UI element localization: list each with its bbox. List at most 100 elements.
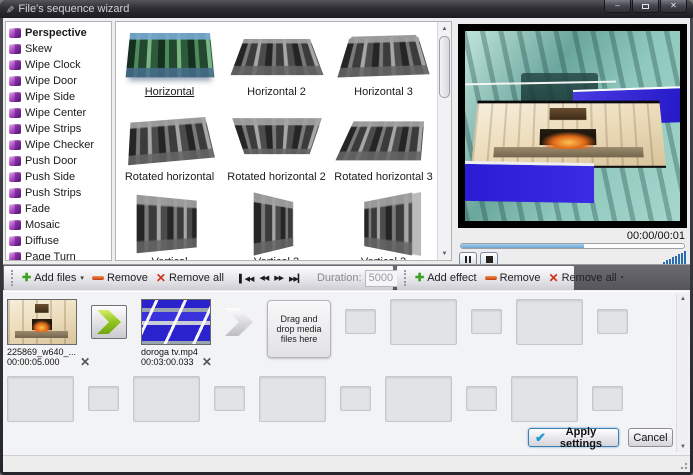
stop-icon xyxy=(486,256,493,263)
scroll-up-icon[interactable]: ▲ xyxy=(439,23,450,34)
empty-transition-slot[interactable] xyxy=(88,386,119,411)
effect-category-skew[interactable]: Skew xyxy=(9,41,111,57)
effect-thumb-horizontal-2[interactable]: Horizontal 2 xyxy=(223,24,330,109)
effect-thumb-vertical-3[interactable]: Vertical 3 xyxy=(330,194,437,261)
empty-transition-slot[interactable] xyxy=(592,386,623,411)
files-toolbar: ✚ Add files ▾ Remove ✕ Remove all ▌◀◀ ◀◀… xyxy=(4,266,393,290)
remove-all-files-button[interactable]: ✕ Remove all xyxy=(152,270,228,286)
empty-media-slot[interactable] xyxy=(133,376,200,422)
effect-category-wipe-center[interactable]: Wipe Center xyxy=(9,105,111,121)
effect-thumb-rotated-horizontal-2[interactable]: Rotated horizontal 2 xyxy=(223,109,330,194)
empty-media-slot[interactable] xyxy=(7,376,74,422)
effect-thumb-vertical[interactable]: Vertical xyxy=(116,194,223,261)
effect-category-perspective[interactable]: Perspective xyxy=(9,25,111,41)
effect-category-icon xyxy=(9,236,21,246)
effect-preview-image xyxy=(337,37,429,78)
transition-slot-2-arrow-icon[interactable] xyxy=(225,308,253,336)
minimize-button[interactable]: – xyxy=(604,0,631,13)
scroll-down-icon[interactable]: ▼ xyxy=(678,442,688,452)
effect-category-push-strips[interactable]: Push Strips xyxy=(9,185,111,201)
effect-thumb-vertical-2[interactable]: Vertical 2 xyxy=(223,194,330,261)
empty-transition-slot[interactable] xyxy=(597,309,628,334)
effect-category-icon xyxy=(9,188,21,198)
effect-category-fade[interactable]: Fade xyxy=(9,201,111,217)
add-effect-button[interactable]: ✚ Add effect xyxy=(411,270,481,286)
remove-effect-button[interactable]: Remove xyxy=(481,270,545,286)
resize-grip[interactable] xyxy=(678,460,688,470)
effect-preview-image xyxy=(128,117,215,165)
effect-preview-image xyxy=(335,121,424,160)
media-dropzone[interactable]: Drag and drop media files here xyxy=(267,300,331,358)
timeline-item-2[interactable]: doroga tv.mp4 00:03:00.033 ✕ xyxy=(141,299,211,367)
remove-all-effects-button[interactable]: ✕ Remove all xyxy=(545,270,621,286)
effect-category-icon xyxy=(9,76,21,86)
timeline-item-2-thumbnail[interactable] xyxy=(141,299,211,345)
effect-category-wipe-side[interactable]: Wipe Side xyxy=(9,89,111,105)
effect-category-icon xyxy=(9,28,21,38)
go-previous-button[interactable]: ◀◀ xyxy=(256,271,271,285)
toolbar-grip[interactable] xyxy=(11,270,13,286)
effect-category-icon xyxy=(9,44,21,54)
empty-transition-slot[interactable] xyxy=(345,309,376,334)
scrollbar-thumb[interactable] xyxy=(439,36,450,98)
effect-preview-image xyxy=(136,195,196,254)
empty-transition-slot[interactable] xyxy=(214,386,245,411)
add-files-button[interactable]: ✚ Add files ▾ xyxy=(18,270,88,286)
empty-media-slot[interactable] xyxy=(390,299,457,345)
effect-thumb-rotated-horizontal[interactable]: Rotated horizontal xyxy=(116,109,223,194)
effect-category-wipe-clock[interactable]: Wipe Clock xyxy=(9,57,111,73)
empty-media-slot[interactable] xyxy=(511,376,578,422)
effect-category-mosaic[interactable]: Mosaic xyxy=(9,217,111,233)
effect-category-icon xyxy=(9,140,21,150)
empty-media-slot[interactable] xyxy=(385,376,452,422)
timeline-item-1[interactable]: 225869_w640_... 00:00:05.000 ✕ xyxy=(7,299,77,367)
empty-transition-slot[interactable] xyxy=(471,309,502,334)
effect-category-icon xyxy=(9,156,21,166)
empty-transition-slot[interactable] xyxy=(340,386,371,411)
transition-slot-1-selected[interactable] xyxy=(91,305,127,339)
effect-category-wipe-door[interactable]: Wipe Door xyxy=(9,73,111,89)
timeline-scrollbar[interactable]: ▲ ▼ xyxy=(676,294,689,452)
cancel-button[interactable]: Cancel xyxy=(628,428,673,447)
go-first-button[interactable]: ▌◀◀ xyxy=(236,271,256,286)
go-next-button[interactable]: ▶▶ xyxy=(271,271,286,285)
effect-category-diffuse[interactable]: Diffuse xyxy=(9,233,111,249)
effect-category-icon xyxy=(9,220,21,230)
scroll-up-icon[interactable]: ▲ xyxy=(678,294,688,304)
apply-settings-button[interactable]: ✔ Apply settings xyxy=(528,428,619,447)
grid-scrollbar[interactable]: ▲ ▼ xyxy=(437,22,451,260)
remove-file-button[interactable]: Remove xyxy=(88,270,152,286)
playback-time: 00:00/00:01 xyxy=(627,230,685,242)
volume-control[interactable] xyxy=(663,251,686,265)
effect-thumb-horizontal-3[interactable]: Horizontal 3 xyxy=(330,24,437,109)
title-bar[interactable]: ✎ File's sequence wizard – ✕ xyxy=(0,0,693,18)
seek-bar[interactable] xyxy=(460,243,685,249)
effect-thumb-horizontal[interactable]: Horizontal xyxy=(116,24,223,109)
empty-transition-slot[interactable] xyxy=(466,386,497,411)
minus-icon xyxy=(485,276,497,280)
delete-item-icon[interactable]: ✕ xyxy=(202,357,212,367)
go-last-button[interactable]: ▶▶▎ xyxy=(286,271,307,286)
effect-category-wipe-strips[interactable]: Wipe Strips xyxy=(9,121,111,137)
duration-label: Duration: xyxy=(317,272,362,284)
effect-category-push-side[interactable]: Push Side xyxy=(9,169,111,185)
window-title: File's sequence wizard xyxy=(18,3,129,15)
effect-preview-image xyxy=(232,118,322,154)
effect-category-icon xyxy=(9,92,21,102)
dialog-content: Perspective Skew Wipe Clock Wipe Door Wi… xyxy=(3,18,690,472)
toolbar-grip[interactable] xyxy=(404,270,406,286)
empty-media-slot[interactable] xyxy=(259,376,326,422)
empty-media-slot[interactable] xyxy=(516,299,583,345)
effect-category-wipe-checker[interactable]: Wipe Checker xyxy=(9,137,111,153)
effect-thumb-rotated-horizontal-3[interactable]: Rotated horizontal 3 xyxy=(330,109,437,194)
scroll-down-icon[interactable]: ▼ xyxy=(439,248,450,259)
video-viewport[interactable] xyxy=(458,24,687,228)
maximize-button[interactable] xyxy=(632,0,659,13)
effect-category-page-turn[interactable]: Page Turn xyxy=(9,249,111,261)
delete-item-icon[interactable]: ✕ xyxy=(80,357,90,367)
effect-category-icon xyxy=(9,172,21,182)
close-button[interactable]: ✕ xyxy=(660,0,687,13)
timeline-item-1-thumbnail[interactable] xyxy=(7,299,77,345)
effect-category-push-door[interactable]: Push Door xyxy=(9,153,111,169)
toolbar-overflow-button[interactable]: ▾ xyxy=(621,276,624,280)
